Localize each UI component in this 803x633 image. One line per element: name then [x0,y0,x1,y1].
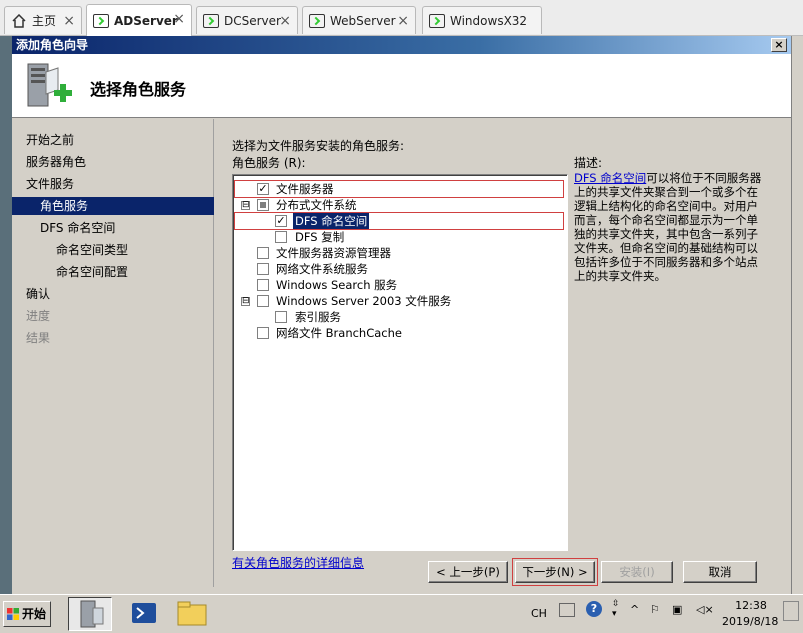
nav-step-before-you-begin[interactable]: 开始之前 [26,131,74,149]
instruction-text: 选择为文件服务安装的角色服务: [232,139,405,153]
service-label: DFS 命名空间 [293,213,370,229]
tab-dcserver[interactable]: DCServer × [196,6,298,34]
tab-label: ADServer [114,13,178,28]
ime-indicator[interactable]: CH [531,607,547,620]
nav-step-progress: 进度 [26,309,51,323]
start-button[interactable]: 开始 [3,601,51,627]
page-title: 选择角色服务 [90,80,187,99]
description-link[interactable]: DFS 命名空间 [574,171,646,185]
server-add-icon [24,62,74,112]
service-label: 网络文件 BranchCache [276,326,402,340]
help-icon[interactable]: ? [586,601,602,617]
tab-home[interactable]: 主页 × [4,6,82,34]
service-label: 文件服务器资源管理器 [276,246,391,260]
vm-icon [429,13,445,28]
nav-step-file-services[interactable]: 文件服务 [26,175,74,193]
window-titlebar: 添加角色向导 × [12,36,791,54]
service-dfs[interactable]: ⊟ 分布式文件系统 [235,197,563,213]
service-file-server[interactable]: ✓ 文件服务器 [234,180,564,198]
description-panel: DFS 命名空间可以将位于不同服务器上的共享文件夹聚合到一个或多个在逻辑上结构化… [574,171,764,283]
nav-step-server-roles[interactable]: 服务器角色 [26,153,86,171]
checkbox[interactable] [275,311,287,323]
nav-step-dfs-namespaces[interactable]: DFS 命名空间 [40,219,115,237]
tab-label: WebServer [330,13,396,28]
nav-step-namespace-config[interactable]: 命名空间配置 [56,263,128,281]
checkbox[interactable] [275,231,287,243]
nav-step-confirmation[interactable]: 确认 [26,285,50,303]
service-label: Windows Server 2003 文件服务 [276,294,452,308]
service-label: 索引服务 [295,310,341,324]
network-icon[interactable]: ▣ [672,603,682,616]
checkbox[interactable] [257,247,269,259]
install-button: 安装(I) [601,561,673,583]
back-button[interactable]: < 上一步(P) [428,561,508,583]
nav-step-namespace-type[interactable]: 命名空间类型 [56,241,128,259]
windows-flag-icon [7,608,19,620]
checkbox[interactable] [257,279,269,291]
flag-icon[interactable]: ⚐ [650,603,660,616]
cancel-button[interactable]: 取消 [683,561,757,583]
checkbox-partial[interactable] [257,199,269,211]
checkbox[interactable]: ✓ [275,215,287,227]
close-button[interactable]: × [771,38,787,52]
home-icon [11,13,27,28]
vm-tab-strip: 主页 × ADServer × DCServer × WebServer × W… [0,0,803,36]
taskbar: 开始 CH ? ⇳ ▾ ^ ⚐ ▣ ◁× 12:38 2019/8/18 [0,594,803,633]
file-explorer-icon[interactable] [170,597,214,631]
nav-step-results: 结果 [26,331,51,345]
more-info-link[interactable]: 有关角色服务的详细信息 [232,554,364,571]
window-title: 添加角色向导 [16,38,89,52]
close-tab-icon[interactable]: × [279,13,291,29]
role-services-label: 角色服务 (R): [232,156,306,170]
service-label: DFS 复制 [295,230,345,244]
collapse-icon[interactable]: ⊟ [241,201,250,210]
service-label: 分布式文件系统 [276,198,357,212]
desktop-edge [791,36,803,594]
tab-label: DCServer [224,13,281,28]
show-hidden-icons[interactable]: ^ [630,603,639,616]
vm-icon [93,13,109,28]
nav-step-role-services[interactable]: 角色服务 [12,197,214,215]
server-manager-taskbar-icon[interactable] [68,597,112,631]
volume-icon[interactable]: ◁× [696,603,714,616]
keyboard-icon[interactable] [559,603,575,617]
tab-adserver[interactable]: ADServer × [86,4,192,36]
service-label: 文件服务器 [276,182,334,196]
tab-windowsx32[interactable]: WindowsX32 [422,6,542,34]
vm-icon [309,13,325,28]
tab-label: 主页 [32,14,57,28]
clock-time[interactable]: 12:38 [734,599,768,612]
service-dfs-namespaces[interactable]: ✓ DFS 命名空间 [234,212,564,230]
add-roles-wizard: 添加角色向导 × 选择角色服务 开始之前 服务器角色 文件服务 角色服务 DFS… [12,36,791,594]
checkbox[interactable] [257,327,269,339]
checkbox[interactable]: ✓ [257,183,269,195]
close-tab-icon[interactable]: × [397,13,409,29]
service-label: Windows Search 服务 [276,278,398,292]
powershell-icon[interactable] [122,597,166,631]
checkbox[interactable] [257,295,269,307]
close-tab-icon[interactable]: × [173,11,185,27]
vm-icon [203,13,219,28]
wizard-steps-nav: 开始之前 服务器角色 文件服务 角色服务 DFS 命名空间 命名空间类型 命名空… [12,119,214,587]
tray-arrows-icon[interactable]: ⇳ ▾ [612,599,620,619]
start-label: 开始 [22,607,47,621]
description-label: 描述: [574,156,603,170]
role-services-tree[interactable]: ✓ 文件服务器 ⊟ 分布式文件系统 ✓ DFS 命名空间 DFS 复制 文件服务… [232,174,568,551]
close-tab-icon[interactable]: × [63,13,75,29]
tab-webserver[interactable]: WebServer × [302,6,416,34]
next-button[interactable]: 下一步(N) > [512,558,598,586]
service-label: 网络文件系统服务 [276,262,368,276]
description-text: 可以将位于不同服务器上的共享文件夹聚合到一个或多个在逻辑上结构化的命名空间中。对… [574,171,762,283]
collapse-icon[interactable]: ⊟ [241,297,250,306]
wizard-main-panel: 选择为文件服务安装的角色服务: 角色服务 (R): 描述: ✓ 文件服务器 ⊟ … [215,119,791,594]
tab-label: WindowsX32 [450,13,528,28]
wizard-header: 选择角色服务 [12,54,791,118]
checkbox[interactable] [257,263,269,275]
clock-date[interactable]: 2019/8/18 [722,615,778,628]
show-desktop-button[interactable] [783,601,799,621]
